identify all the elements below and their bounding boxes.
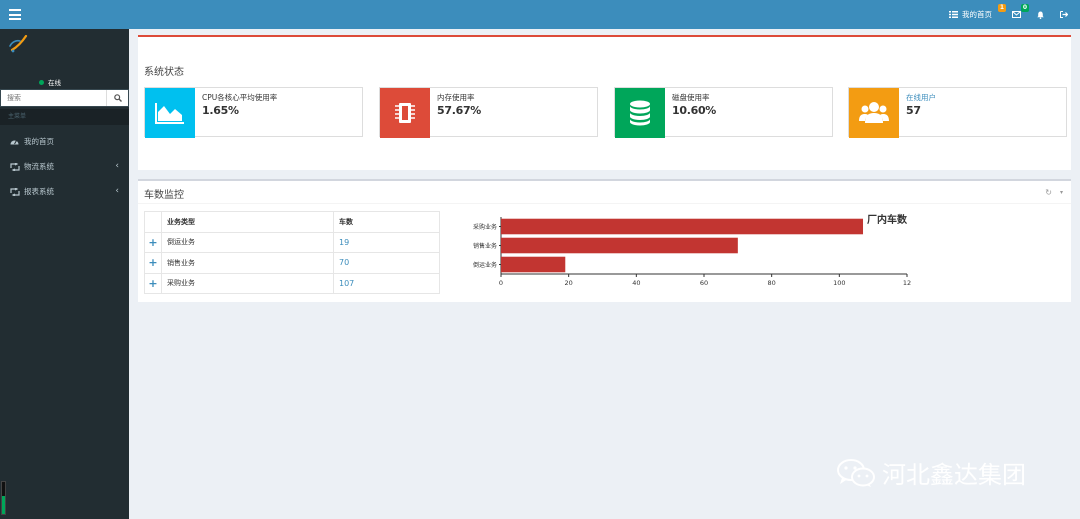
sidebar-menu: 我的首页 物流系统 ‹ 报表系统 ‹	[0, 129, 129, 204]
box-tools: ↻ ▾	[1045, 188, 1063, 198]
disk-info-box: 磁盘使用率 10.60%	[614, 87, 833, 138]
navbar-right: 我的首页 1 0	[941, 0, 1080, 29]
top-navbar: 我的首页 1 0	[0, 0, 1080, 29]
vehicle-count-link[interactable]: 19	[333, 231, 440, 253]
sidebar-toggle-icon[interactable]	[9, 9, 21, 20]
y-tick-label: 倒运业务	[473, 261, 497, 269]
table-row: + 销售业务 70	[144, 252, 440, 274]
menu-header: 主菜单	[0, 109, 129, 125]
envelope-icon	[1012, 11, 1021, 18]
logout-button[interactable]	[1054, 0, 1080, 29]
table-row: + 倒运业务 19	[144, 231, 440, 253]
chart-title: 厂内车数	[867, 213, 908, 226]
retweet-icon	[10, 187, 22, 196]
business-type-cell: 销售业务	[161, 252, 334, 274]
cpu-label: CPU各核心平均使用率	[202, 93, 278, 102]
messages-button[interactable]: 0	[1006, 0, 1031, 29]
list-icon	[949, 11, 958, 18]
vehicle-count-link[interactable]: 107	[333, 272, 440, 294]
cpu-value: 1.65%	[202, 104, 239, 117]
search-icon	[113, 94, 122, 102]
column-header: 车数	[333, 211, 440, 233]
notifications-button[interactable]	[1031, 0, 1054, 29]
dashboard-icon	[10, 138, 22, 145]
chevron-left-icon: ‹	[115, 161, 119, 171]
sidebar-item-label: 报表系统	[24, 187, 54, 196]
wechat-watermark: 河北鑫达集团	[836, 455, 1026, 490]
y-tick-label: 销售业务	[473, 242, 497, 250]
database-icon	[615, 88, 665, 138]
home-badge: 1	[997, 4, 1006, 12]
x-tick-label: 100	[833, 279, 845, 287]
home-link[interactable]: 我的首页 1	[941, 0, 1006, 29]
sidebar: 在线 主菜单 我的首页 物流系统 ‹ 报表	[0, 29, 129, 519]
home-link-label: 我的首页	[962, 10, 992, 19]
disk-value: 10.60%	[672, 104, 717, 117]
status-label: 在线	[48, 79, 61, 87]
sidebar-item-logistics[interactable]: 物流系统 ‹	[0, 154, 129, 179]
online-dot-icon	[39, 79, 44, 85]
sign-out-icon	[1060, 11, 1068, 18]
column-header: 业务类型	[161, 211, 334, 233]
disk-label: 磁盘使用率	[672, 93, 710, 102]
wechat-icon	[837, 458, 875, 487]
expand-plus-icon[interactable]: +	[144, 252, 162, 274]
search-button[interactable]	[106, 90, 128, 106]
messages-badge: 0	[1020, 4, 1029, 12]
company-logo	[9, 34, 29, 55]
memory-chip-icon	[380, 88, 430, 138]
x-tick-label: 0	[499, 279, 503, 287]
search-input[interactable]	[1, 90, 106, 106]
user-status: 在线	[39, 77, 61, 87]
memory-value: 57.67%	[437, 104, 482, 117]
system-status-title: 系统状态	[144, 67, 184, 78]
business-type-cell: 倒运业务	[161, 231, 334, 253]
online-users-value: 57	[906, 104, 921, 117]
users-icon	[849, 88, 899, 138]
expand-column-header	[144, 211, 162, 233]
bar	[501, 237, 738, 254]
sidebar-item-label: 我的首页	[24, 137, 54, 146]
table-header-row: 业务类型 车数	[144, 211, 440, 233]
sidebar-item-label: 物流系统	[24, 162, 54, 171]
x-tick-label: 60	[700, 279, 708, 287]
watermark-text: 河北鑫达集团	[882, 461, 1026, 489]
sidebar-item-home[interactable]: 我的首页	[0, 129, 129, 154]
expand-plus-icon[interactable]: +	[144, 231, 162, 253]
chevron-left-icon: ‹	[115, 186, 119, 196]
vehicle-bar-chart: 采购业务销售业务倒运业务 0 20 40 60 80 100 12 厂内车数	[473, 213, 911, 287]
business-type-cell: 采购业务	[161, 272, 334, 294]
system-status-box: 系统状态 CPU各核心平均使用率 1.65% 内存使用率 57.67% 磁盘使用…	[138, 35, 1071, 170]
vehicle-monitor-box: 车数监控 ↻ ▾ 业务类型 车数 + 倒运业务 19 + 销售业务 70 + 采…	[138, 179, 1071, 302]
sidebar-gauge	[1, 481, 6, 515]
table-row: + 采购业务 107	[144, 272, 440, 294]
expand-plus-icon[interactable]: +	[144, 272, 162, 294]
bell-icon	[1037, 11, 1044, 19]
bar	[501, 256, 566, 273]
cpu-info-box: CPU各核心平均使用率 1.65%	[144, 87, 363, 138]
sidebar-search	[0, 89, 129, 107]
sidebar-item-reports[interactable]: 报表系统 ‹	[0, 179, 129, 204]
x-tick-label: 20	[565, 279, 573, 287]
vehicle-count-link[interactable]: 70	[333, 252, 440, 274]
memory-label: 内存使用率	[437, 93, 475, 102]
vehicle-table: 业务类型 车数 + 倒运业务 19 + 销售业务 70 + 采购业务 107	[144, 211, 440, 294]
sidebar-gauge-fill	[2, 496, 5, 514]
x-tick-label: 12	[903, 279, 911, 287]
x-tick-label: 40	[632, 279, 640, 287]
y-tick-label: 采购业务	[473, 223, 497, 231]
online-users-info-box: 在线用户 57	[848, 87, 1067, 138]
area-chart-icon	[145, 88, 195, 138]
vehicle-monitor-title: 车数监控	[144, 190, 184, 201]
bar	[501, 218, 864, 235]
retweet-icon	[10, 162, 22, 171]
online-users-link[interactable]: 在线用户	[906, 92, 936, 103]
memory-info-box: 内存使用率 57.67%	[379, 87, 598, 138]
box-divider	[138, 203, 1071, 204]
collapse-icon[interactable]: ▾	[1060, 188, 1063, 198]
refresh-icon[interactable]: ↻	[1045, 188, 1052, 198]
x-tick-label: 80	[768, 279, 776, 287]
